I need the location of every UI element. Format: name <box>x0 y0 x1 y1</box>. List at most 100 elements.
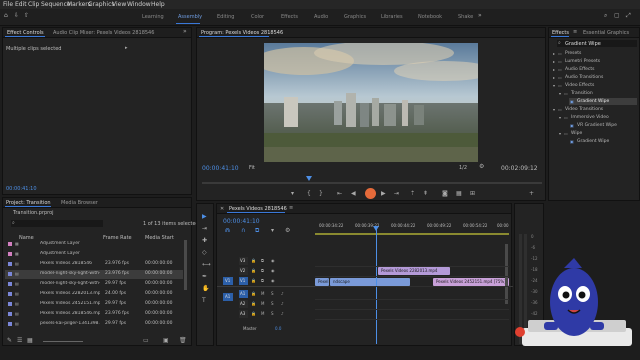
export-icon[interactable]: ⇧ <box>24 13 29 19</box>
eye-icon[interactable]: ◉ <box>271 268 275 274</box>
column-media-start[interactable]: Media Start <box>145 235 174 241</box>
program-fit-dropdown[interactable]: Fit <box>249 165 255 171</box>
go-to-in-icon[interactable]: ⇤ <box>337 191 342 197</box>
freeform-view-icon[interactable]: ▦ <box>27 338 33 344</box>
track-lane[interactable] <box>315 299 509 300</box>
comparison-view-icon[interactable]: ▦ <box>456 191 462 197</box>
project-search-field[interactable] <box>11 220 103 227</box>
workspace-tab-audio[interactable]: Audio <box>314 14 328 20</box>
label-color-swatch[interactable] <box>8 292 12 296</box>
project-scrollbar[interactable] <box>184 240 187 290</box>
timeline-clip[interactable]: Pexels Videos 2282013.mp4 <box>378 267 450 275</box>
mark-in-icon[interactable]: { <box>307 191 311 197</box>
effects-menu-icon[interactable]: ≡ <box>573 29 577 35</box>
timeline-timecode[interactable]: 00:00:41:10 <box>223 218 260 225</box>
mute-icon[interactable]: M <box>261 291 264 297</box>
mute-icon[interactable]: M <box>261 301 264 307</box>
track-select-tool-icon[interactable]: ⇥ <box>202 226 207 232</box>
program-resolution-dropdown[interactable]: 1/2 <box>459 165 467 171</box>
icon-view-icon[interactable]: ☰ <box>17 338 22 344</box>
workspace-tab-effects[interactable]: Effects <box>281 14 298 20</box>
play-button[interactable] <box>365 188 376 199</box>
chevron-right-icon[interactable]: ▸ <box>553 67 555 73</box>
razor-tool-icon[interactable]: ◇ <box>202 250 207 256</box>
track-lane[interactable] <box>315 276 509 277</box>
effects-tree-item[interactable]: Video Transitions <box>565 107 603 112</box>
tab-media-browser[interactable]: Media Browser <box>61 200 98 206</box>
menu-clip[interactable]: Clip <box>28 1 39 8</box>
timeline-clip[interactable]: Pexel <box>315 278 329 286</box>
workspace-tab-graphics[interactable]: Graphics <box>344 14 366 20</box>
column-name[interactable]: Name <box>19 235 34 241</box>
column-frame-rate[interactable]: Frame Rate <box>103 235 132 241</box>
menu-graphics[interactable]: Graphics <box>88 1 115 8</box>
microphone-icon[interactable]: ♪ <box>281 291 284 297</box>
ripple-edit-tool-icon[interactable]: ✚ <box>202 238 207 244</box>
effects-tree-item[interactable]: Video Effects <box>565 83 594 88</box>
timeline-playhead[interactable] <box>376 226 377 344</box>
effect-controls-timecode[interactable]: 00:00:41:10 <box>6 186 37 192</box>
workspace-tab-color[interactable]: Color <box>251 14 264 20</box>
sequence-menu-icon[interactable]: ≡ <box>289 205 293 211</box>
effects-tree-item[interactable]: Immersive Video <box>571 115 609 120</box>
chevron-down-icon[interactable]: ▾ <box>559 115 561 121</box>
selection-tool-icon[interactable]: ▶ <box>202 214 207 220</box>
chevron-down-icon[interactable]: ▾ <box>553 83 555 89</box>
master-value[interactable]: 0.0 <box>275 326 281 331</box>
chevron-down-icon[interactable]: ▾ <box>559 91 561 97</box>
project-item-name[interactable]: model-night-sky-light-with-... <box>40 281 100 286</box>
lock-icon[interactable]: 🔒 <box>251 301 256 307</box>
effects-tree-item[interactable]: Transition <box>571 91 593 96</box>
effects-tree-item[interactable]: Wipe <box>571 131 582 136</box>
menu-view[interactable]: View <box>112 1 126 8</box>
close-icon[interactable]: ✕ <box>220 206 224 212</box>
label-color-swatch[interactable] <box>8 272 12 276</box>
workspace-tab-shake[interactable]: Shake <box>458 14 473 20</box>
program-playhead[interactable] <box>306 176 312 181</box>
timeline-settings-icon[interactable]: ⚙ <box>285 228 290 234</box>
hand-tool-icon[interactable]: ✋ <box>202 286 209 292</box>
effects-tree-item[interactable]: Gradient Wipe <box>577 139 609 144</box>
effects-tree-item[interactable]: Audio Transitions <box>565 75 603 80</box>
track-lane[interactable] <box>315 286 509 287</box>
program-current-timecode[interactable]: 00:00:41:10 <box>202 165 239 172</box>
add-marker-icon[interactable]: ▾ <box>271 228 274 234</box>
project-item-name[interactable]: pexels-kai-pilger-1341398... <box>40 321 100 326</box>
linked-selection-icon[interactable]: ⧉ <box>255 228 259 234</box>
snap-icon[interactable]: ∩ <box>241 228 245 234</box>
trash-icon[interactable]: 🗑 <box>179 338 187 344</box>
project-item-name[interactable]: model-night-sky-light-with-... <box>40 271 100 276</box>
label-color-swatch[interactable] <box>8 312 12 316</box>
effects-tree-item[interactable]: Gradient Wipe <box>577 99 609 104</box>
menu-file[interactable]: File <box>3 1 13 8</box>
solo-icon[interactable]: S <box>271 301 274 307</box>
label-color-swatch[interactable] <box>8 252 12 256</box>
tab-audio-clip-mixer[interactable]: Audio Clip Mixer: Pexels Videos 2818546 <box>53 30 154 36</box>
timeline-clip[interactable]: ndscape <box>330 278 410 286</box>
menu-window[interactable]: Window <box>127 1 151 8</box>
chevron-right-icon[interactable]: ▸ <box>553 59 555 65</box>
menu-help[interactable]: Help <box>151 1 165 8</box>
nest-toggle-icon[interactable]: ⋒ <box>225 228 230 234</box>
lock-icon[interactable]: 🔒 <box>251 278 256 284</box>
new-item-icon[interactable]: ▣ <box>163 338 169 344</box>
lift-icon[interactable]: ⇡ <box>410 191 415 197</box>
workspace-tab-editing[interactable]: Editing <box>217 14 234 20</box>
label-color-swatch[interactable] <box>8 282 12 286</box>
timeline-clip[interactable]: Pexels Videos 2452151.mp4 [75%] <box>433 278 509 286</box>
workspace-tab-notebook[interactable]: Notebook <box>418 14 442 20</box>
lock-icon[interactable]: 🔒 <box>251 291 256 297</box>
chevron-down-icon[interactable]: ▾ <box>559 131 561 137</box>
microphone-icon[interactable]: ♪ <box>281 311 284 317</box>
microphone-icon[interactable]: ♪ <box>281 301 284 307</box>
project-item-name[interactable]: Adjustment Layer <box>40 251 80 256</box>
wrench-icon[interactable]: ⚙ <box>479 164 484 170</box>
lock-icon[interactable]: 🔒 <box>251 311 256 317</box>
menu-edit[interactable]: Edit <box>15 1 27 8</box>
project-item-name[interactable]: Pexels Videos 2818546 <box>40 261 92 266</box>
step-forward-icon[interactable]: ▶ <box>381 191 386 197</box>
effects-tree-item[interactable]: Lumetri Presets <box>565 59 600 64</box>
step-back-icon[interactable]: ◀ <box>351 191 356 197</box>
camera-icon[interactable]: ◙ <box>442 191 448 197</box>
workspaces-overflow-icon[interactable]: » <box>478 13 482 19</box>
